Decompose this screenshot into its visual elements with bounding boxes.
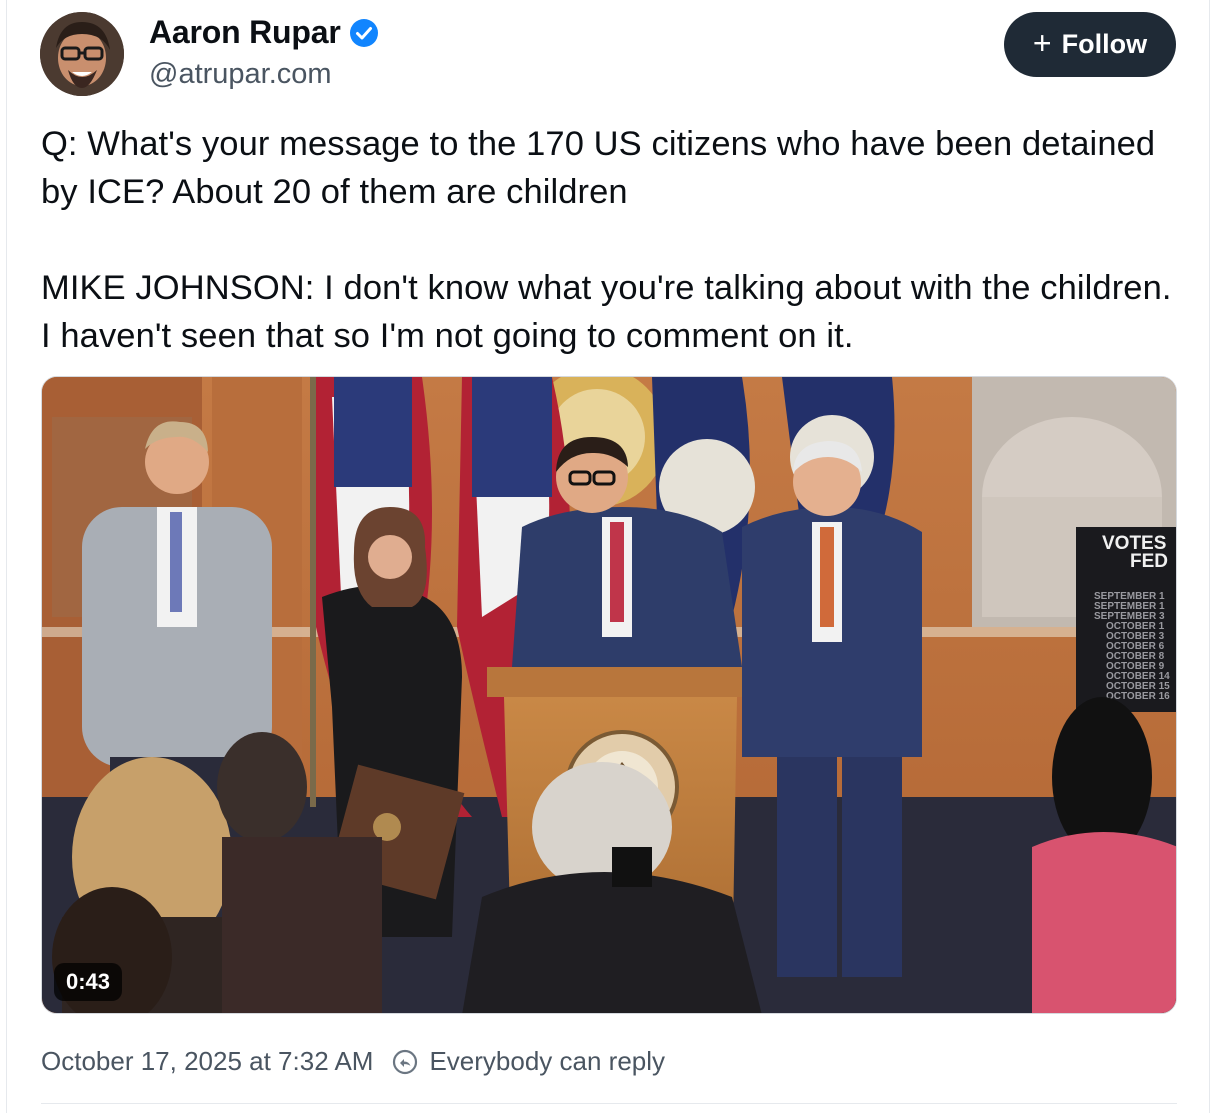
bottom-divider (41, 1103, 1177, 1104)
follow-button-label: Follow (1061, 29, 1148, 59)
reply-circle-icon (393, 1049, 418, 1074)
author-display-name[interactable]: Aaron Rupar (149, 14, 379, 51)
follow-button[interactable]: + Follow (1004, 12, 1176, 77)
plus-icon: + (1032, 25, 1052, 61)
post-timestamp[interactable]: October 17, 2025 at 7:32 AM (41, 1046, 373, 1077)
video-frame: VOTES FED SEPTEMBER 1SEPTEMBER 1SEPTEMBE… (42, 377, 1176, 1013)
author-avatar[interactable] (40, 12, 124, 96)
post-card: Aaron Rupar @atrupar.com + Follow Q: Wha… (6, 0, 1210, 1113)
post-meta: October 17, 2025 at 7:32 AM Everybody ca… (41, 1046, 665, 1077)
author-handle[interactable]: @atrupar.com (149, 58, 332, 91)
video-player[interactable]: VOTES FED SEPTEMBER 1 SEPTEMBER 1 SEPTEMBE… (41, 376, 1177, 1014)
post-text: Q: What's your message to the 170 US cit… (41, 125, 1172, 355)
author-name-text: Aaron Rupar (149, 14, 341, 50)
verified-check-icon (349, 18, 378, 47)
video-duration-badge: 0:43 (54, 963, 123, 1001)
reply-setting-text: Everybody can reply (429, 1046, 666, 1076)
screen-title-2: FED (1130, 551, 1168, 572)
